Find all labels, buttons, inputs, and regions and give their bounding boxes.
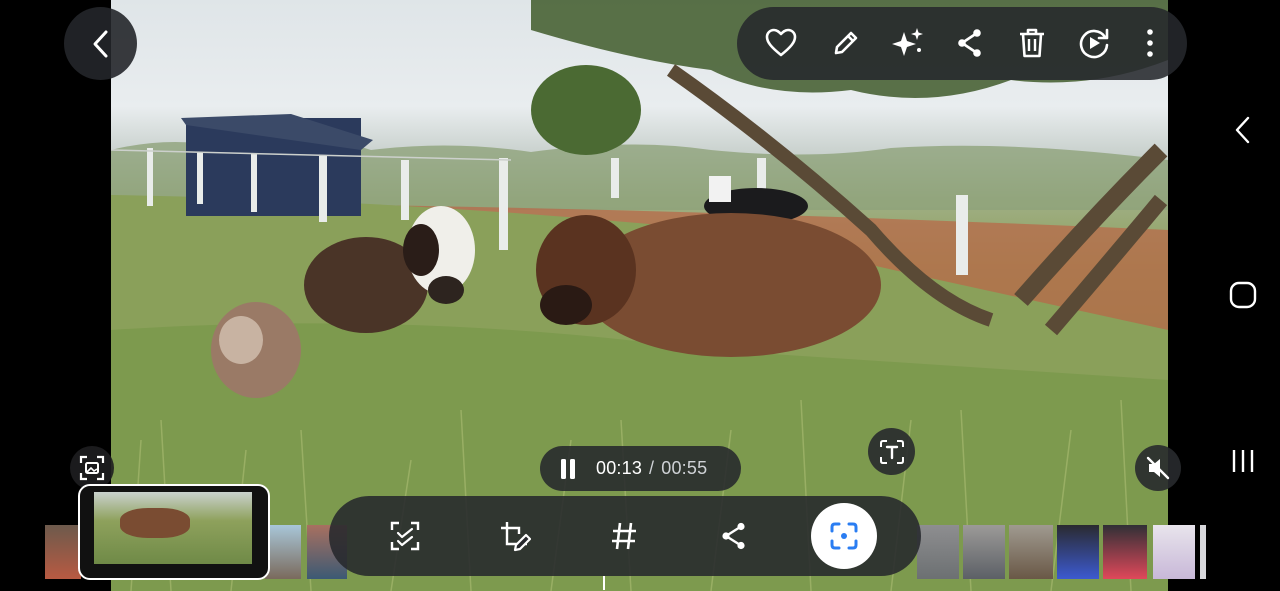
thumbnail[interactable] bbox=[1103, 525, 1147, 579]
thumbnail[interactable] bbox=[1057, 525, 1099, 579]
chevron-left-icon bbox=[90, 29, 112, 59]
remaster-play-icon[interactable] bbox=[1078, 27, 1110, 59]
text-extract-button[interactable] bbox=[868, 428, 915, 475]
heart-icon[interactable] bbox=[765, 28, 797, 58]
hashtag-icon[interactable] bbox=[610, 521, 638, 551]
playback-control: 00:13 / 00:55 bbox=[540, 446, 741, 491]
smart-select-icon bbox=[830, 522, 858, 550]
text-scan-icon bbox=[879, 439, 905, 465]
thumbnail[interactable] bbox=[963, 525, 1005, 579]
nav-back-icon[interactable] bbox=[1232, 115, 1254, 145]
time-separator: / bbox=[649, 458, 655, 478]
thumbnail[interactable] bbox=[1153, 525, 1195, 579]
trash-icon[interactable] bbox=[1018, 27, 1046, 59]
thumbnail[interactable] bbox=[45, 525, 81, 579]
top-toolbar bbox=[737, 7, 1187, 80]
total-duration: 00:55 bbox=[661, 458, 708, 478]
mute-button[interactable] bbox=[1135, 445, 1181, 491]
pause-icon[interactable] bbox=[559, 458, 577, 480]
more-vertical-icon[interactable] bbox=[1145, 28, 1155, 58]
thumbnail[interactable] bbox=[1200, 525, 1206, 579]
bottom-toolbar bbox=[329, 496, 921, 576]
thumbnail[interactable] bbox=[917, 525, 959, 579]
share-icon[interactable] bbox=[721, 522, 747, 550]
current-thumbnail[interactable] bbox=[78, 484, 270, 580]
speaker-muted-icon bbox=[1145, 455, 1171, 481]
playhead-marker bbox=[603, 576, 605, 590]
elapsed-time: 00:13 bbox=[596, 458, 643, 478]
image-capture-icon bbox=[79, 455, 105, 481]
crop-edit-icon[interactable] bbox=[499, 520, 531, 552]
pencil-icon[interactable] bbox=[832, 29, 860, 57]
share-icon[interactable] bbox=[956, 28, 984, 58]
thumbnail[interactable] bbox=[265, 525, 301, 579]
nav-recents-icon[interactable] bbox=[1231, 448, 1255, 474]
capture-frame-icon[interactable] bbox=[390, 521, 420, 551]
nav-home-icon[interactable] bbox=[1229, 281, 1257, 309]
sparkle-icon[interactable] bbox=[891, 26, 925, 60]
smart-select-button[interactable] bbox=[811, 503, 877, 569]
thumbnail[interactable] bbox=[1009, 525, 1053, 579]
back-button[interactable] bbox=[64, 7, 137, 80]
